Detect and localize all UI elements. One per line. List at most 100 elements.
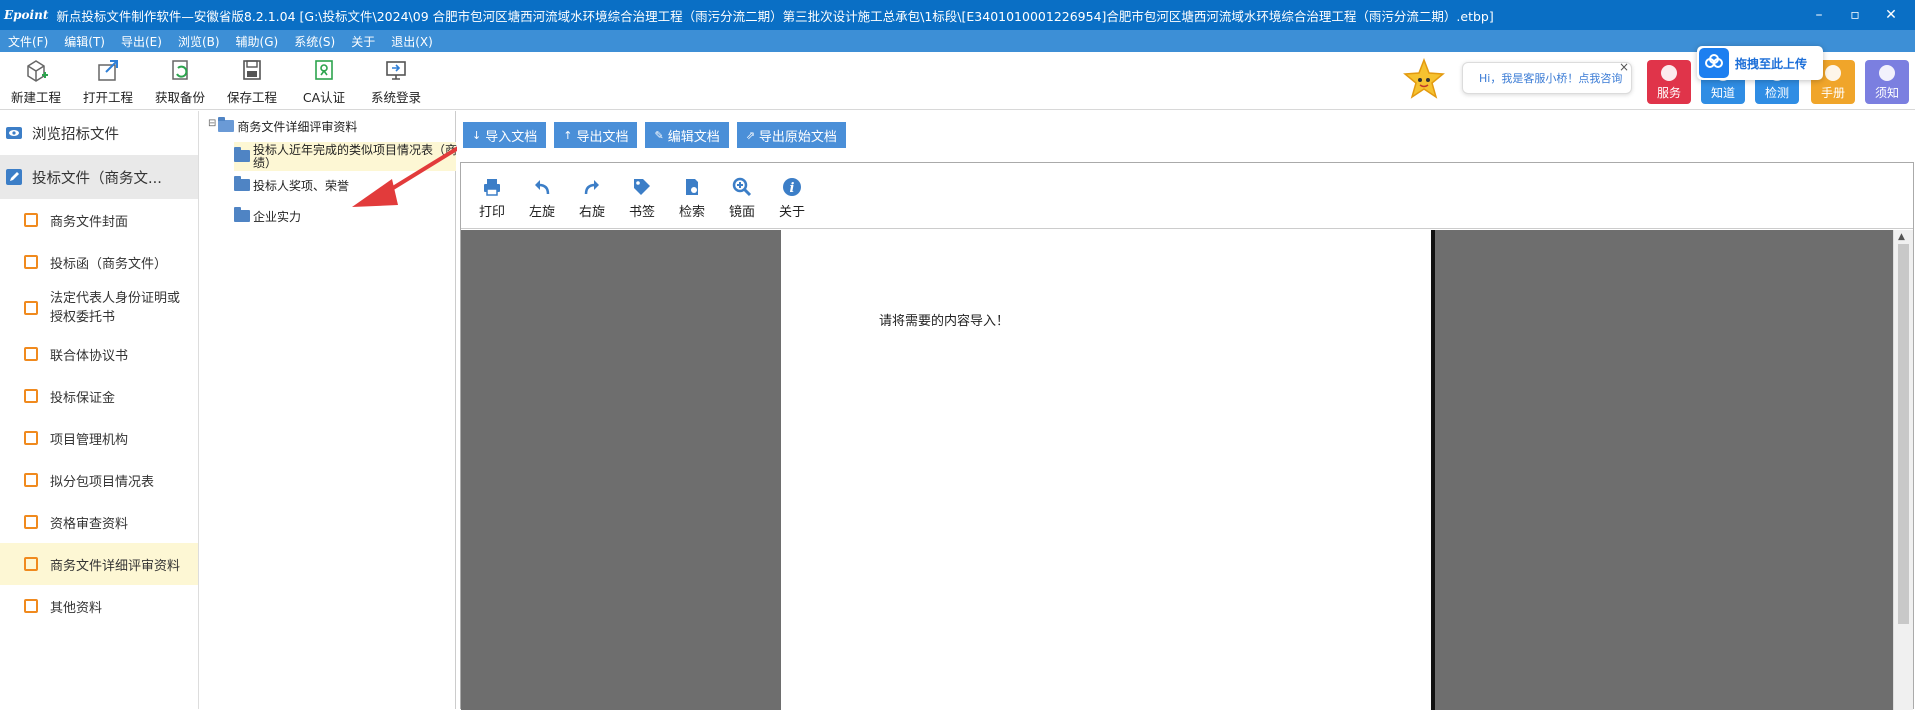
nav-item-label: 商务文件详细评审资料	[50, 558, 181, 574]
export-doc-label: 导出文档	[576, 129, 629, 145]
nav-item-bid-letter[interactable]: 投标函（商务文件）	[0, 241, 198, 283]
title-bar: Epoint 新点投标文件制作软件—安徽省版8.2.1.04 [G:\投标文件\…	[0, 0, 1915, 30]
folder-icon	[234, 147, 250, 162]
print-label: 打印	[478, 205, 505, 220]
new-project-icon	[27, 59, 48, 82]
edit-doc-label: 编辑文档	[667, 129, 720, 145]
eye-icon	[6, 127, 22, 139]
backup-icon	[172, 59, 188, 80]
nav-item-deposit[interactable]: 投标保证金	[0, 375, 198, 417]
scroll-up-icon[interactable]: ▲	[1898, 232, 1905, 242]
tree-node-similar-projects[interactable]: 投标人近年完成的类似项目情况表（商 绩）	[234, 142, 457, 171]
edit-icon	[24, 557, 38, 571]
zoom-icon	[732, 177, 752, 197]
search-doc-button[interactable]: 检索	[667, 177, 717, 228]
minimize-button[interactable]: –	[1803, 7, 1835, 23]
new-project-button[interactable]: 新建工程	[0, 52, 72, 109]
export-doc-button[interactable]: ↑ 导出文档	[554, 122, 638, 148]
nav-browse-tender[interactable]: 浏览招标文件	[0, 111, 198, 155]
menu-system[interactable]: 系统(S)	[286, 33, 343, 50]
save-project-button[interactable]: 保存工程	[216, 52, 288, 109]
system-login-label: 系统登录	[370, 89, 421, 105]
search-doc-icon	[686, 179, 698, 195]
menu-exit[interactable]: 退出(X)	[383, 33, 441, 50]
scroll-thumb[interactable]	[1898, 244, 1909, 624]
app-logo: Epoint	[4, 8, 49, 22]
upload-label: 拖拽至此上传	[1735, 56, 1808, 71]
bulb-icon	[1879, 65, 1895, 81]
document-page: 请将需要的内容导入！	[781, 230, 1431, 710]
drag-upload-button[interactable]: 拖拽至此上传	[1697, 46, 1823, 80]
left-nav: 浏览招标文件 投标文件（商务文... 商务文件封面 投标函（商务文件） 法定代表…	[0, 111, 199, 709]
document-text: 请将需要的内容导入！	[879, 314, 1010, 329]
viewer-toolbar: 打印 左旋 右旋 书签 检索 镜面 i 关于	[461, 163, 1913, 229]
assistant-mascot-icon[interactable]	[1402, 58, 1446, 106]
vertical-scrollbar[interactable]: ▲	[1893, 230, 1913, 710]
download-icon: ↓	[472, 128, 482, 142]
doc-icon	[24, 213, 38, 227]
bookmark-icon	[634, 179, 650, 195]
wallet-icon	[24, 389, 38, 403]
ca-cert-icon	[315, 59, 333, 80]
import-doc-label: 导入文档	[485, 129, 538, 145]
export-original-button[interactable]: ⇗ 导出原始文档	[736, 122, 846, 148]
menu-assist[interactable]: 辅助(G)	[228, 33, 287, 50]
rotate-right-button[interactable]: 右旋	[567, 177, 617, 228]
print-button[interactable]: 打印	[467, 177, 517, 228]
assistant-bubble[interactable]: Hi，我是客服小桥！点我咨询 ×	[1462, 60, 1632, 94]
tree-node-company-strength[interactable]: 企业实力	[234, 207, 301, 225]
nav-item-qualification[interactable]: 资格审查资料	[0, 501, 198, 543]
nav-item-management[interactable]: 项目管理机构	[0, 417, 198, 459]
tree-root-label: 商务文件详细评审资料	[237, 120, 358, 134]
service-label: 服务	[1656, 86, 1681, 100]
open-project-button[interactable]: 打开工程	[72, 52, 144, 109]
rotate-left-icon	[535, 180, 550, 195]
rotate-left-label: 左旋	[528, 205, 555, 220]
pdf-viewer: 打印 左旋 右旋 书签 检索 镜面 i 关于 请将需要的内容导入！ ▲	[460, 162, 1914, 710]
close-icon[interactable]: ×	[1619, 60, 1629, 74]
nav-bid-business[interactable]: 投标文件（商务文...	[0, 155, 198, 199]
menu-export[interactable]: 导出(E)	[113, 33, 170, 50]
menu-about[interactable]: 关于	[343, 33, 383, 50]
maximize-button[interactable]: ▫	[1839, 7, 1871, 23]
nav-item-consortium[interactable]: 联合体协议书	[0, 333, 198, 375]
doc-icon	[24, 347, 38, 361]
ca-cert-button[interactable]: CA认证	[288, 52, 360, 109]
nav-item-label: 投标保证金	[50, 390, 116, 406]
tree-root[interactable]: ⊟ 商务文件详细评审资料	[208, 117, 358, 135]
menu-file[interactable]: 文件(F)	[0, 33, 56, 50]
nav-item-label: 法定代表人身份证明或授权委托书	[50, 291, 181, 325]
mirror-label: 镜面	[728, 205, 755, 220]
window-controls: – ▫ ✕	[1803, 7, 1907, 23]
import-doc-button[interactable]: ↓ 导入文档	[463, 122, 547, 148]
get-backup-label: 获取备份	[154, 89, 205, 105]
edit-doc-button[interactable]: ✎ 编辑文档	[645, 122, 729, 148]
nav-item-subcontract[interactable]: 拟分包项目情况表	[0, 459, 198, 501]
close-button[interactable]: ✕	[1875, 7, 1907, 23]
get-backup-button[interactable]: 获取备份	[144, 52, 216, 109]
service-button[interactable]: 服务	[1647, 60, 1691, 104]
menu-browse[interactable]: 浏览(B)	[170, 33, 228, 50]
rotate-left-button[interactable]: 左旋	[517, 177, 567, 228]
doc-icon	[24, 255, 38, 269]
doc-icon	[24, 599, 38, 613]
nav-item-other[interactable]: 其他资料	[0, 585, 198, 627]
mirror-button[interactable]: 镜面	[717, 177, 767, 228]
collapse-toggle-icon[interactable]: ⊟	[208, 118, 216, 129]
folder-open-icon	[218, 117, 235, 132]
open-project-label: 打开工程	[82, 89, 133, 105]
document-tree: ⊟ 商务文件详细评审资料 投标人近年完成的类似项目情况表（商 绩） 投标人奖项、…	[200, 111, 457, 709]
nav-item-business-detail[interactable]: 商务文件详细评审资料	[0, 543, 198, 585]
doc-icon	[24, 301, 38, 315]
about-viewer-button[interactable]: i 关于	[767, 177, 817, 228]
nav-item-legal-rep[interactable]: 法定代表人身份证明或授权委托书	[0, 283, 198, 333]
new-project-label: 新建工程	[10, 89, 61, 105]
document-canvas: 请将需要的内容导入！	[461, 230, 1893, 710]
tree-node-awards[interactable]: 投标人奖项、荣誉	[234, 176, 349, 194]
notice-button[interactable]: 须知	[1865, 60, 1909, 104]
bookmark-button[interactable]: 书签	[617, 177, 667, 228]
nav-item-label: 资格审查资料	[50, 516, 129, 532]
menu-edit[interactable]: 编辑(T)	[56, 33, 113, 50]
system-login-button[interactable]: 系统登录	[360, 52, 432, 109]
nav-item-cover[interactable]: 商务文件封面	[0, 199, 198, 241]
